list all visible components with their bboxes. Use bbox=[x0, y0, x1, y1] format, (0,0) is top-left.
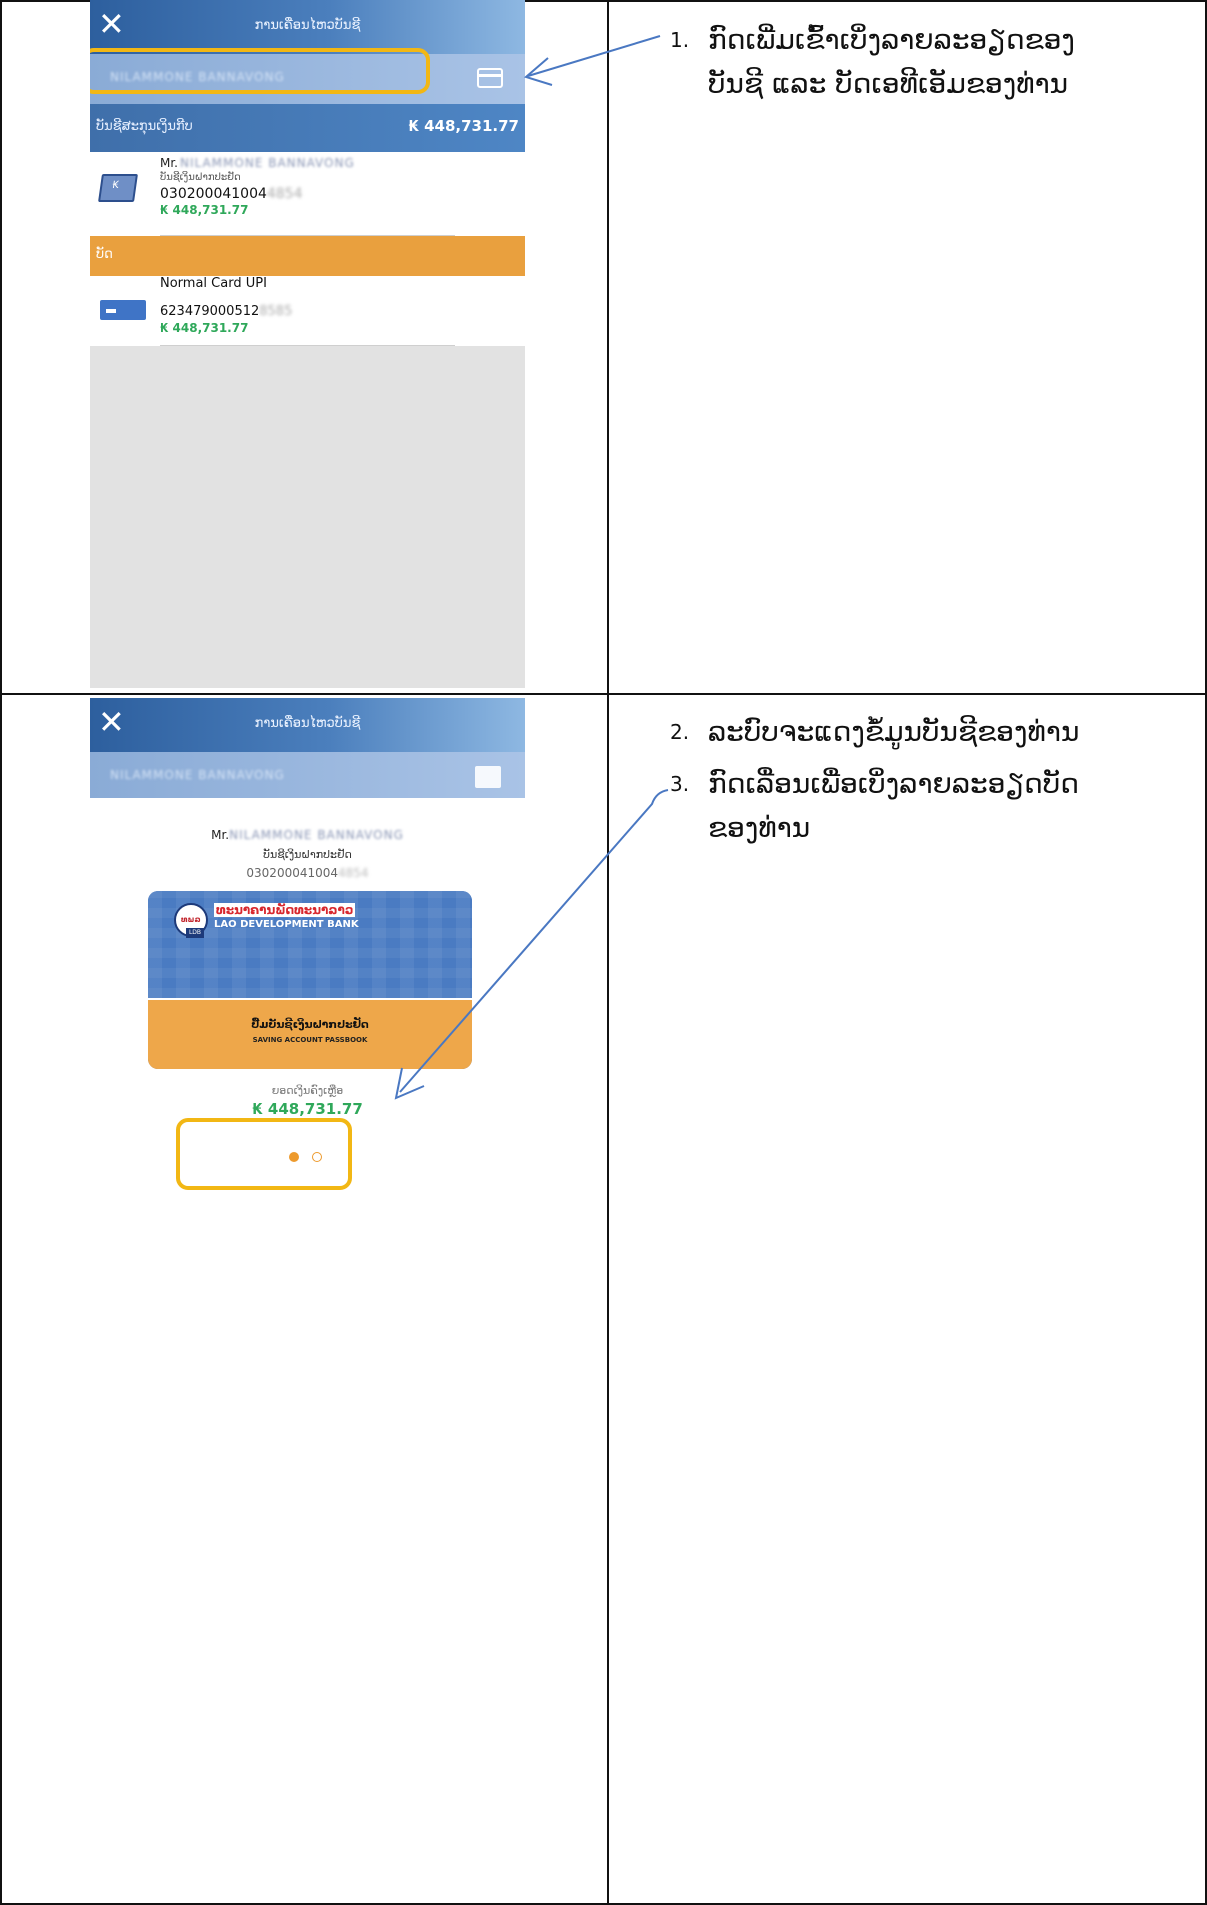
section-label: ບັດ bbox=[96, 247, 113, 262]
card-name: Normal Card UPI bbox=[160, 276, 267, 291]
screenshot-account-detail: ✕ ການເຄື່ອນໄຫວບັນຊີ NILAMMONE BANNAVONG … bbox=[90, 698, 525, 1238]
card-list-item[interactable]: Normal Card UPI 6234790005128585 ₭ 448,7… bbox=[90, 276, 525, 346]
highlight-box bbox=[176, 1118, 352, 1190]
document-icon[interactable] bbox=[475, 766, 501, 788]
section-label: ບັນຊີສະກຸນເງິນກີບ bbox=[96, 119, 193, 134]
bank-logo-abbrev: LDB bbox=[186, 928, 204, 938]
account-number: 0302000410044854 bbox=[160, 186, 303, 202]
account-type: ບັນຊີເງິນຝາກປະຢັດ bbox=[263, 848, 352, 861]
bank-name-lao: ທະນາຄານພັດທະນາລາວ bbox=[214, 903, 356, 917]
passbook-icon: ₭ bbox=[98, 174, 138, 202]
app-header: ✕ ການເຄື່ອນໄຫວບັນຊີ bbox=[90, 698, 525, 752]
table-column-divider bbox=[607, 0, 609, 1905]
instruction-text: ລະບົບຈະແດງຂໍ້ມູນບັນຊີຂອງທ່ານ bbox=[708, 715, 1080, 748]
account-type: ບັນຊີເງິນຝາກປະຢັດ bbox=[160, 172, 241, 183]
screenshot-account-list: ✕ ການເຄື່ອນໄຫວບັນຊີ NILAMMONE BANNAVONG … bbox=[90, 0, 525, 688]
account-name: Mr.NILAMMONE BANNAVONG bbox=[160, 156, 355, 170]
passbook-title-en: SAVING ACCOUNT PASSBOOK bbox=[252, 1036, 368, 1044]
table-row-divider bbox=[0, 693, 1207, 695]
passbook-title-lao: ປື້ມບັນຊີເງິນຝາກປະຢັດ bbox=[251, 1018, 369, 1031]
instruction-number: 3. bbox=[670, 772, 690, 796]
card-icon[interactable] bbox=[477, 68, 503, 88]
app-header: ✕ ການເຄື່ອນໄຫວບັນຊີ bbox=[90, 0, 525, 54]
passbook-label-band: ປື້ມບັນຊີເງິນຝາກປະຢັດ SAVING ACCOUNT PAS… bbox=[148, 998, 472, 1069]
header-title: ການເຄື່ອນໄຫວບັນຊີ bbox=[254, 716, 361, 731]
card-balance: ₭ 448,731.77 bbox=[160, 321, 249, 335]
section-cards: ບັດ bbox=[90, 236, 525, 276]
instruction-number: 2. bbox=[670, 720, 690, 744]
passbook-card[interactable]: ທພລ LDB ທະນາຄານພັດທະນາລາວ LAO DEVELOPMEN… bbox=[148, 891, 472, 1069]
section-total: ₭ 448,731.77 bbox=[408, 117, 519, 135]
instruction-text: ກົດເລື່ອນເພື່ອເບິ່ງລາຍລະອຽດບັດ ຂອງທ່ານ bbox=[708, 767, 1079, 844]
highlight-box bbox=[90, 48, 430, 94]
card-icon bbox=[100, 300, 146, 320]
account-selector-bar[interactable]: NILAMMONE BANNAVONG bbox=[90, 752, 525, 798]
account-number: 0302000410044854 bbox=[246, 866, 369, 880]
account-list-item[interactable]: ₭ Mr. NILAMMONE BANNAVONG ບັນຊີເງິນຝາກປະຢ… bbox=[90, 152, 525, 236]
card-number: 6234790005128585 bbox=[160, 304, 293, 319]
header-title: ການເຄື່ອນໄຫວບັນຊີ bbox=[254, 18, 361, 33]
instruction-text: ກົດເພີ່ມເຂົ້າເບິ່ງລາຍລະອຽດຂອງ ບັນຊີ ແລະ … bbox=[708, 23, 1075, 100]
divider bbox=[160, 345, 455, 346]
balance-label: ຍອດເງິນຄົງເຫຼືອ bbox=[271, 1084, 344, 1097]
table-border-left bbox=[0, 0, 2, 1905]
instruction-number: 1. bbox=[670, 28, 690, 52]
account-holder-name: NILAMMONE BANNAVONG bbox=[110, 768, 285, 782]
balance-amount: ₭ 448,731.77 bbox=[252, 1100, 363, 1118]
account-balance: ₭ 448,731.77 bbox=[160, 203, 249, 217]
bank-name-en: LAO DEVELOPMENT BANK bbox=[214, 919, 359, 930]
section-kip-accounts: ບັນຊີສະກຸນເງິນກີບ ₭ 448,731.77 bbox=[90, 104, 525, 152]
account-name: Mr.NILAMMONE BANNAVONG bbox=[211, 828, 404, 842]
